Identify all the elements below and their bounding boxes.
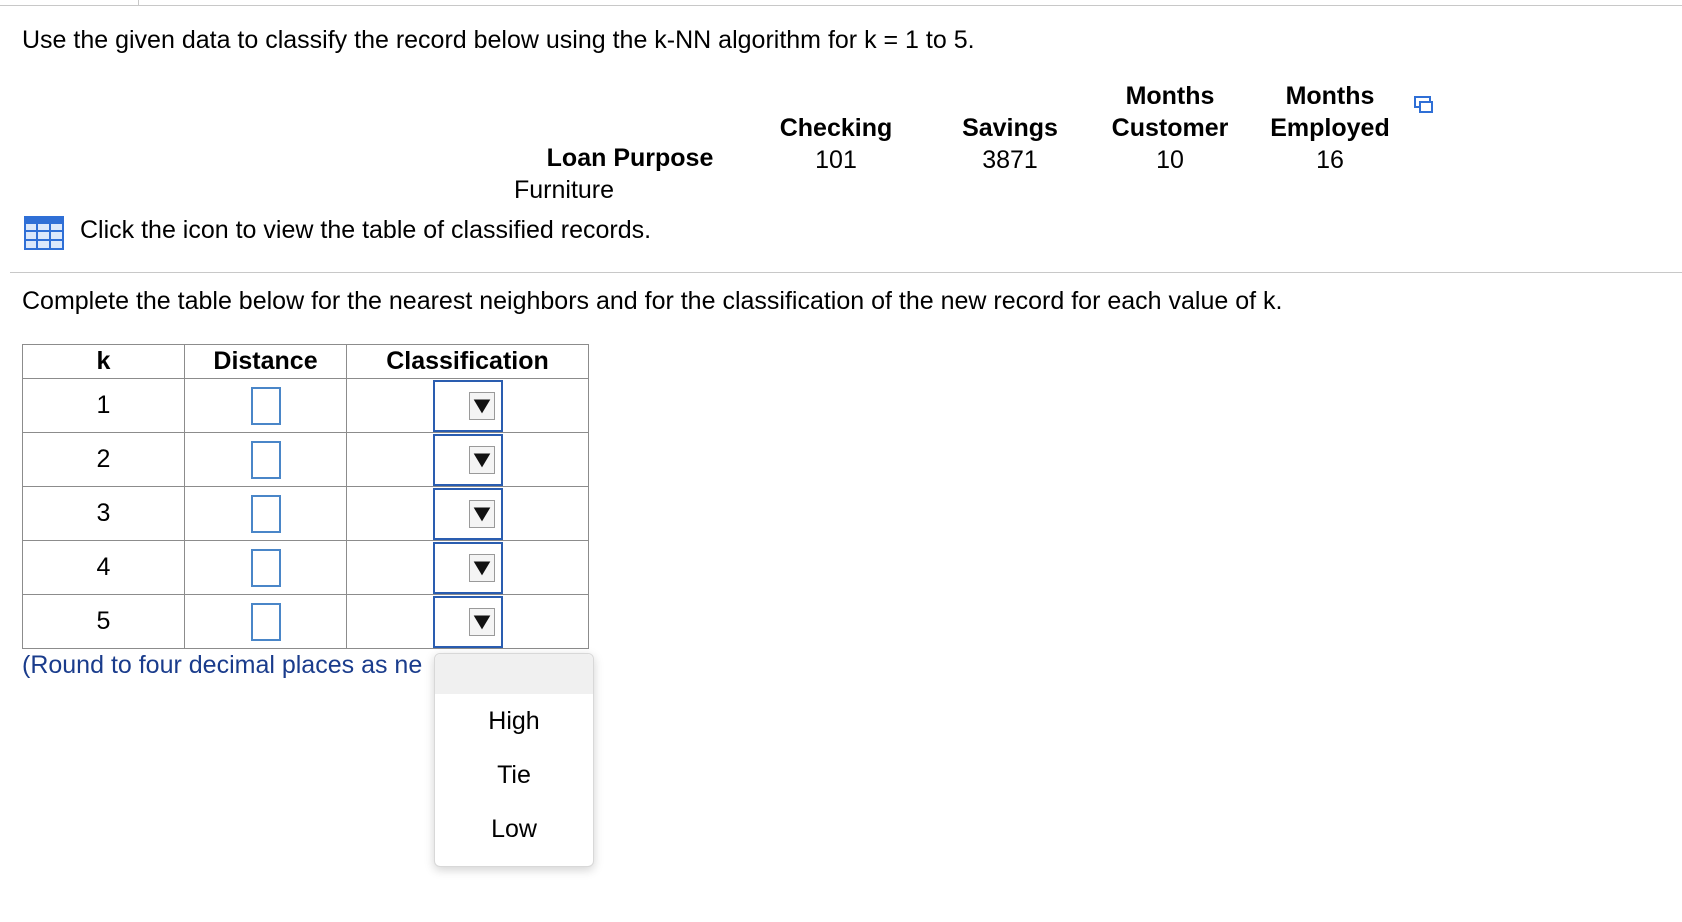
k-value: 3	[22, 486, 185, 541]
classification-cell	[346, 594, 589, 649]
classification-cell	[346, 432, 589, 487]
record-value-months-employed: 16	[1316, 146, 1344, 174]
top-divider	[0, 5, 1682, 6]
classification-cell	[346, 378, 589, 433]
k-value: 2	[22, 432, 185, 487]
table-row: 2	[22, 432, 589, 487]
answer-table-header: k Distance Classification	[22, 344, 589, 379]
k-value: 4	[22, 540, 185, 595]
record-header-line1	[510, 110, 750, 142]
classification-select[interactable]	[433, 542, 503, 594]
classification-cell	[346, 540, 589, 595]
header-k: k	[22, 344, 185, 379]
classification-select[interactable]	[433, 434, 503, 486]
triangle-down-icon[interactable]	[469, 500, 495, 528]
distance-input[interactable]	[250, 602, 281, 641]
classification-select[interactable]	[433, 380, 503, 432]
record-value-months-customer: 10	[1156, 146, 1184, 174]
distance-input[interactable]	[250, 548, 281, 587]
section-divider	[10, 272, 1682, 273]
record-header-months: Months	[1125, 82, 1215, 110]
record-header-loan-purpose: Loan Purpose	[546, 144, 714, 172]
classification-cell	[346, 486, 589, 541]
distance-cell	[184, 486, 347, 541]
table-row: 5	[22, 594, 589, 649]
dropdown-option-tie[interactable]: Tie	[435, 748, 593, 802]
record-header-line1	[936, 80, 1084, 112]
header-distance: Distance	[184, 344, 347, 379]
record-header-checking: Checking	[779, 114, 893, 142]
record-value-loan-purpose: Furniture	[514, 176, 615, 204]
distance-cell	[184, 540, 347, 595]
header-classification: Classification	[346, 344, 589, 379]
record-header-line1	[756, 80, 916, 112]
record-header-savings: Savings	[962, 114, 1058, 142]
record-header-customer: Customer	[1111, 114, 1229, 142]
instruction-text: Complete the table below for the nearest…	[22, 287, 1283, 315]
record-col-savings: Savings 3871	[936, 80, 1084, 176]
triangle-down-icon[interactable]	[469, 554, 495, 582]
record-col-loan-purpose: Loan Purpose Furniture	[510, 110, 750, 206]
question-prompt: Use the given data to classify the recor…	[22, 26, 975, 54]
table-row: 3	[22, 486, 589, 541]
table-grid-icon[interactable]	[24, 216, 64, 250]
record-value-checking: 101	[815, 146, 857, 174]
record-header-employed: Employed	[1270, 114, 1390, 142]
distance-cell	[184, 594, 347, 649]
triangle-down-icon[interactable]	[469, 608, 495, 636]
top-divider-tick	[138, 0, 139, 5]
distance-input[interactable]	[250, 494, 281, 533]
dropdown-option-high[interactable]: High	[435, 694, 593, 748]
table-row: 1	[22, 378, 589, 433]
record-header-months: Months	[1285, 82, 1375, 110]
record-col-checking: Checking 101	[756, 80, 916, 176]
answer-table: k Distance Classification 1 2 3 4 5	[22, 344, 589, 649]
triangle-down-icon[interactable]	[469, 446, 495, 474]
dropdown-option-low[interactable]: Low	[435, 802, 593, 856]
record-value-savings: 3871	[982, 146, 1038, 174]
classification-dropdown-menu: High Tie Low	[434, 653, 594, 867]
record-col-months-customer: Months Customer 10	[1096, 80, 1244, 176]
k-value: 1	[22, 378, 185, 433]
rounding-note: (Round to four decimal places as ne	[22, 651, 423, 679]
copy-icon[interactable]	[1412, 92, 1436, 116]
table-row: 4	[22, 540, 589, 595]
distance-input[interactable]	[250, 386, 281, 425]
view-records-text: Click the icon to view the table of clas…	[80, 216, 652, 244]
k-value: 5	[22, 594, 185, 649]
distance-input[interactable]	[250, 440, 281, 479]
record-col-months-employed: Months Employed 16	[1256, 80, 1404, 176]
classification-select[interactable]	[433, 488, 503, 540]
distance-cell	[184, 378, 347, 433]
distance-cell	[184, 432, 347, 487]
classification-select[interactable]	[433, 596, 503, 648]
dropdown-blank-option[interactable]	[435, 654, 593, 694]
triangle-down-icon[interactable]	[469, 392, 495, 420]
